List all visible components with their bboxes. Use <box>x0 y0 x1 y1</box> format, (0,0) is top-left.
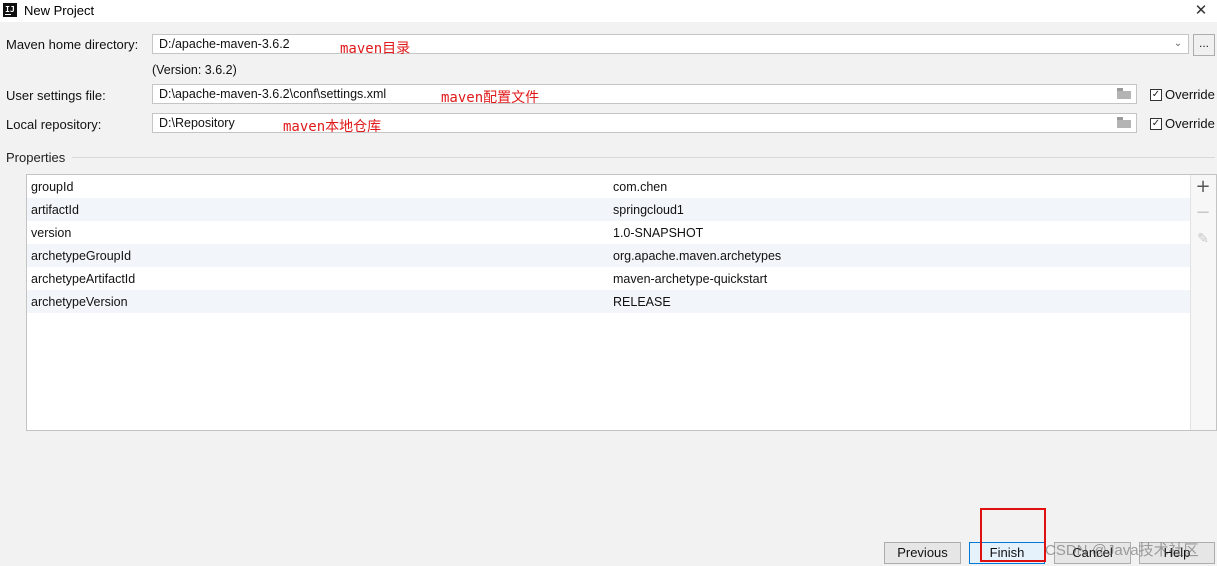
maven-version-text: (Version: 3.6.2) <box>152 63 237 77</box>
properties-table: groupId com.chen artifactId springcloud1… <box>26 174 1217 431</box>
property-value: org.apache.maven.archetypes <box>613 249 782 263</box>
user-settings-field[interactable]: D:\apache-maven-3.6.2\conf\settings.xml <box>152 84 1137 104</box>
previous-button[interactable]: Previous <box>884 542 961 564</box>
local-repository-value: D:\Repository <box>159 116 235 130</box>
user-settings-annotation: maven配置文件 <box>441 90 540 106</box>
override-label: Override <box>1165 87 1215 102</box>
section-divider <box>72 157 1215 158</box>
local-repository-annotation: maven本地仓库 <box>283 119 382 135</box>
maven-home-label: Maven home directory: <box>6 37 139 52</box>
property-key: archetypeArtifactId <box>31 272 136 286</box>
close-icon[interactable]: ✕ <box>1191 0 1211 20</box>
override-label: Override <box>1165 116 1215 131</box>
maven-home-browse-button[interactable]: ... <box>1193 34 1215 56</box>
user-settings-label: User settings file: <box>6 88 106 103</box>
checkbox-checked-icon[interactable]: ✓ <box>1150 89 1162 101</box>
properties-rows: groupId com.chen artifactId springcloud1… <box>27 175 1192 313</box>
property-key: archetypeVersion <box>31 295 128 309</box>
table-row[interactable]: archetypeVersion RELEASE <box>27 290 1192 313</box>
local-repository-label: Local repository: <box>6 117 102 132</box>
maven-home-combobox[interactable]: D:/apache-maven-3.6.2 ⌄ <box>152 34 1189 54</box>
user-settings-value: D:\apache-maven-3.6.2\conf\settings.xml <box>159 87 387 101</box>
table-row[interactable]: groupId com.chen <box>27 175 1192 198</box>
watermark: CSDN @Java技术社区 <box>1045 542 1199 559</box>
table-row[interactable]: version 1.0-SNAPSHOT <box>27 221 1192 244</box>
maven-home-value: D:/apache-maven-3.6.2 <box>159 37 290 51</box>
property-key: groupId <box>31 180 74 194</box>
add-icon[interactable]: + <box>1193 177 1213 197</box>
title-bar: IJ New Project ✕ <box>0 0 1217 22</box>
finish-highlight-box <box>980 508 1046 562</box>
table-row[interactable]: archetypeArtifactId maven-archetype-quic… <box>27 267 1192 290</box>
maven-home-annotation: maven目录 <box>340 41 411 57</box>
remove-icon[interactable]: − <box>1193 203 1213 223</box>
window-title: New Project <box>24 3 95 18</box>
property-value: springcloud1 <box>613 203 684 217</box>
table-row[interactable]: artifactId springcloud1 <box>27 198 1192 221</box>
property-value: 1.0-SNAPSHOT <box>613 226 704 240</box>
table-row[interactable]: archetypeGroupId org.apache.maven.archet… <box>27 244 1192 267</box>
property-value: RELEASE <box>613 295 671 309</box>
folder-icon[interactable] <box>1117 117 1131 128</box>
property-value: com.chen <box>613 180 668 194</box>
property-key: artifactId <box>31 203 79 217</box>
property-key: archetypeGroupId <box>31 249 132 263</box>
checkbox-checked-icon[interactable]: ✓ <box>1150 118 1162 130</box>
properties-title: Properties <box>6 150 66 165</box>
property-value: maven-archetype-quickstart <box>613 272 768 286</box>
folder-icon[interactable] <box>1117 88 1131 99</box>
intellij-icon: IJ <box>3 3 17 17</box>
property-key: version <box>31 226 72 240</box>
properties-toolbar: + − ✎ <box>1190 175 1216 430</box>
chevron-down-icon[interactable]: ⌄ <box>1172 38 1184 50</box>
edit-icon[interactable]: ✎ <box>1193 229 1213 249</box>
previous-label: Previous <box>897 545 948 560</box>
